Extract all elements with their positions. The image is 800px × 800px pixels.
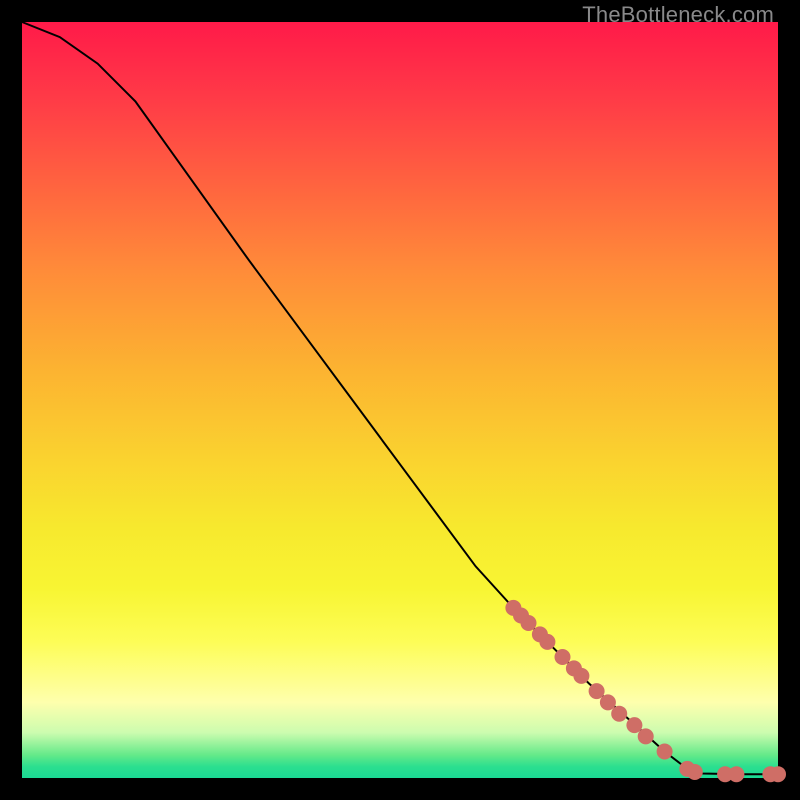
plot-area <box>22 22 778 778</box>
data-point <box>728 766 744 782</box>
data-point <box>573 668 589 684</box>
data-point <box>687 764 703 780</box>
data-point <box>539 634 555 650</box>
data-point <box>638 728 654 744</box>
bottleneck-curve <box>22 22 778 774</box>
data-point <box>657 744 673 760</box>
data-point <box>770 766 786 782</box>
chart-frame: TheBottleneck.com <box>0 0 800 800</box>
data-point <box>521 615 537 631</box>
data-point <box>555 649 571 665</box>
data-point <box>611 706 627 722</box>
data-point <box>626 717 642 733</box>
data-point <box>600 694 616 710</box>
data-points <box>505 600 786 782</box>
chart-svg <box>22 22 778 778</box>
data-point <box>589 683 605 699</box>
